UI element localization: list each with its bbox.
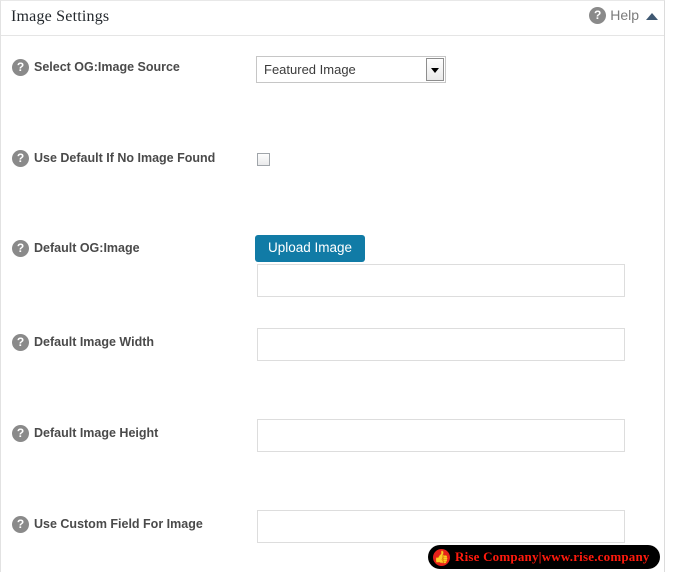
question-circle-icon[interactable]: ? [12,516,29,533]
field-label-og-image-source: ? Select OG:Image Source [12,58,237,77]
panel-header: Image Settings ? Help [1,1,664,36]
question-circle-icon[interactable]: ? [12,240,29,257]
field-label-default-og-image: ? Default OG:Image [12,239,237,258]
label-text: Use Default If No Image Found [34,151,216,165]
label-text: Default Image Width [34,335,155,349]
use-custom-field-for-image-input[interactable] [257,510,625,543]
question-circle-icon[interactable]: ? [12,425,29,442]
triangle-up-icon[interactable] [646,12,658,20]
default-image-width-input[interactable] [257,328,625,361]
watermark-text: Rise Company|www.rise.company [455,549,650,564]
field-label-use-default-if-no-image: ? Use Default If No Image Found [12,149,237,168]
question-circle-icon[interactable]: ? [12,59,29,76]
help-toggle[interactable]: ? Help [589,7,658,24]
help-label: Help [610,7,639,23]
label-text: Use Custom Field For Image [34,517,203,531]
select-selected-value: Featured Image [264,62,356,77]
label-text: Select OG:Image Source [34,60,180,74]
field-label-use-custom-field-for-image: ? Use Custom Field For Image [12,515,237,534]
upload-image-button[interactable]: Upload Image [255,235,366,262]
watermark-badge: 👍 Rise Company|www.rise.company [428,545,660,569]
page-title: Image Settings [11,8,110,25]
default-image-height-input[interactable] [257,419,625,452]
og-image-source-select[interactable]: Featured Image [256,56,446,83]
use-default-if-no-image-checkbox[interactable] [257,153,270,166]
chevron-down-icon[interactable] [426,58,444,81]
thumbs-up-glyph: 👍 [434,549,449,564]
label-text: Default Image Height [34,426,159,440]
field-label-default-image-height: ? Default Image Height [12,424,237,443]
question-circle-icon: ? [589,7,607,24]
label-text: Default OG:Image [34,241,140,255]
default-og-image-input[interactable] [257,264,625,297]
question-circle-icon[interactable]: ? [12,150,29,167]
field-label-default-image-width: ? Default Image Width [12,333,237,352]
question-circle-icon[interactable]: ? [12,334,29,351]
image-settings-panel: Image Settings ? Help ? Select OG:Image … [0,0,665,572]
thumbs-up-icon: 👍 [433,548,450,566]
